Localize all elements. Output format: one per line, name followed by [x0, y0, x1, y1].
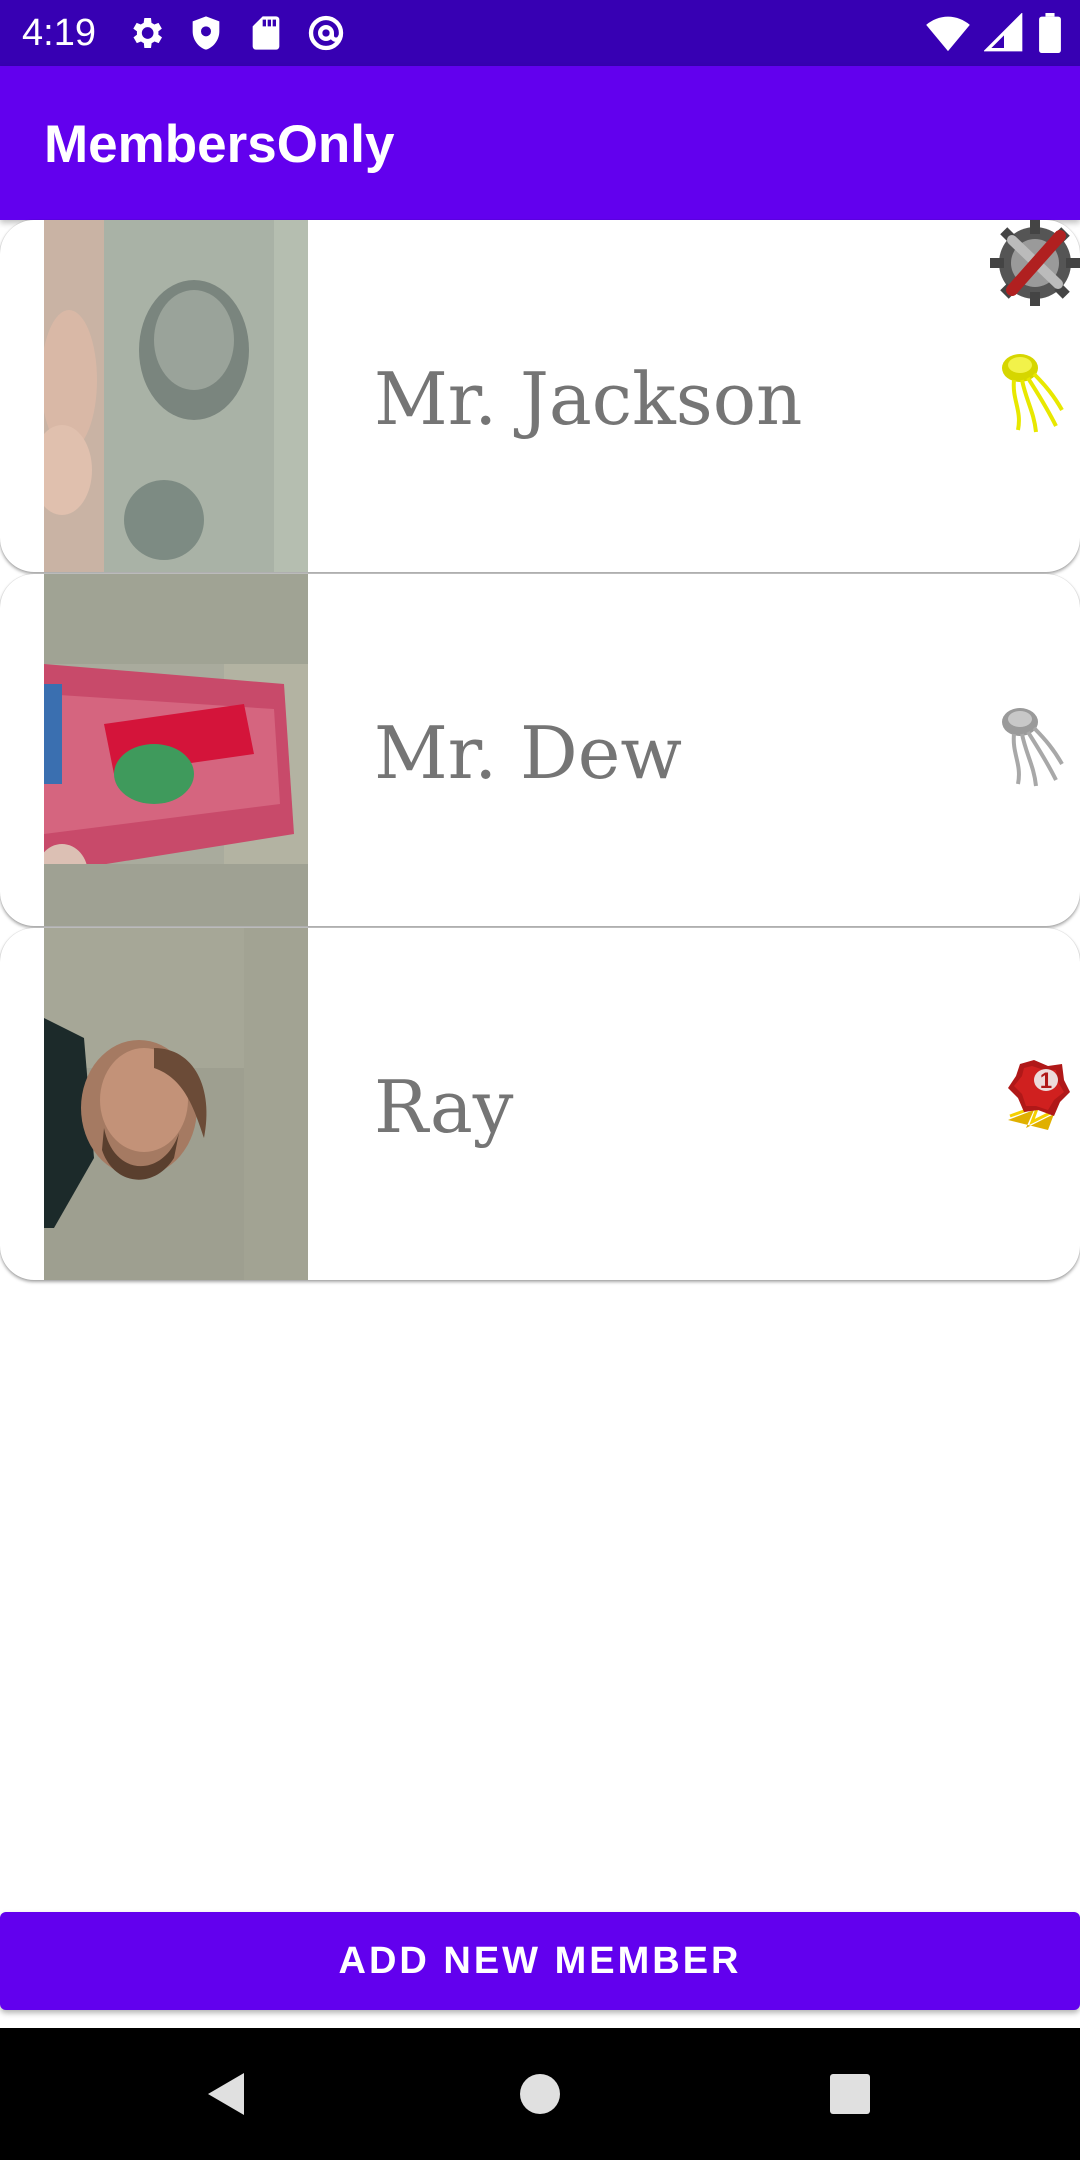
add-new-member-button[interactable]: ADD NEW MEMBER	[0, 1912, 1080, 2010]
gold-medal-badge-icon	[1002, 354, 1064, 433]
home-icon	[520, 2074, 560, 2114]
status-bar: 4:19	[0, 0, 1080, 66]
wifi-icon	[926, 16, 970, 52]
silver-medal-badge-icon	[1002, 708, 1064, 787]
app-bar: MembersOnly	[0, 66, 1080, 220]
member-list[interactable]: Mr. Jackson Mr. Dew Ray 1	[0, 220, 1080, 1282]
at-sign-icon	[308, 15, 344, 51]
battery-icon	[1039, 13, 1061, 53]
back-icon	[208, 2073, 244, 2115]
soda-can-photo	[44, 574, 308, 926]
app-title: MembersOnly	[44, 115, 395, 174]
navigation-bar	[0, 2028, 1080, 2160]
recents-button[interactable]	[790, 2028, 910, 2160]
recents-icon	[830, 2074, 870, 2114]
first-place-ribbon-badge-icon: 1	[1008, 1060, 1070, 1130]
member-name: Mr. Jackson	[374, 357, 803, 441]
status-time: 4:19	[22, 12, 96, 54]
shield-icon	[192, 16, 220, 50]
sd-card-icon	[252, 16, 280, 50]
member-card[interactable]: Mr. Dew	[0, 574, 1080, 926]
twenty-dollar-bill-photo	[44, 220, 308, 572]
member-card[interactable]: Mr. Jackson	[0, 220, 1080, 572]
member-card[interactable]: Ray 1	[0, 928, 1080, 1280]
member-name: Mr. Dew	[374, 711, 682, 795]
status-icons-left	[126, 13, 346, 53]
back-button[interactable]	[166, 2028, 286, 2160]
member-name: Ray	[374, 1065, 514, 1149]
man-portrait-photo	[44, 928, 308, 1280]
status-icons-right	[926, 13, 1062, 53]
gear-icon	[133, 18, 162, 48]
svg-text:1: 1	[1040, 1068, 1052, 1093]
home-button[interactable]	[480, 2028, 600, 2160]
admin-tools-badge-icon	[990, 220, 1080, 306]
signal-icon	[984, 13, 1023, 52]
